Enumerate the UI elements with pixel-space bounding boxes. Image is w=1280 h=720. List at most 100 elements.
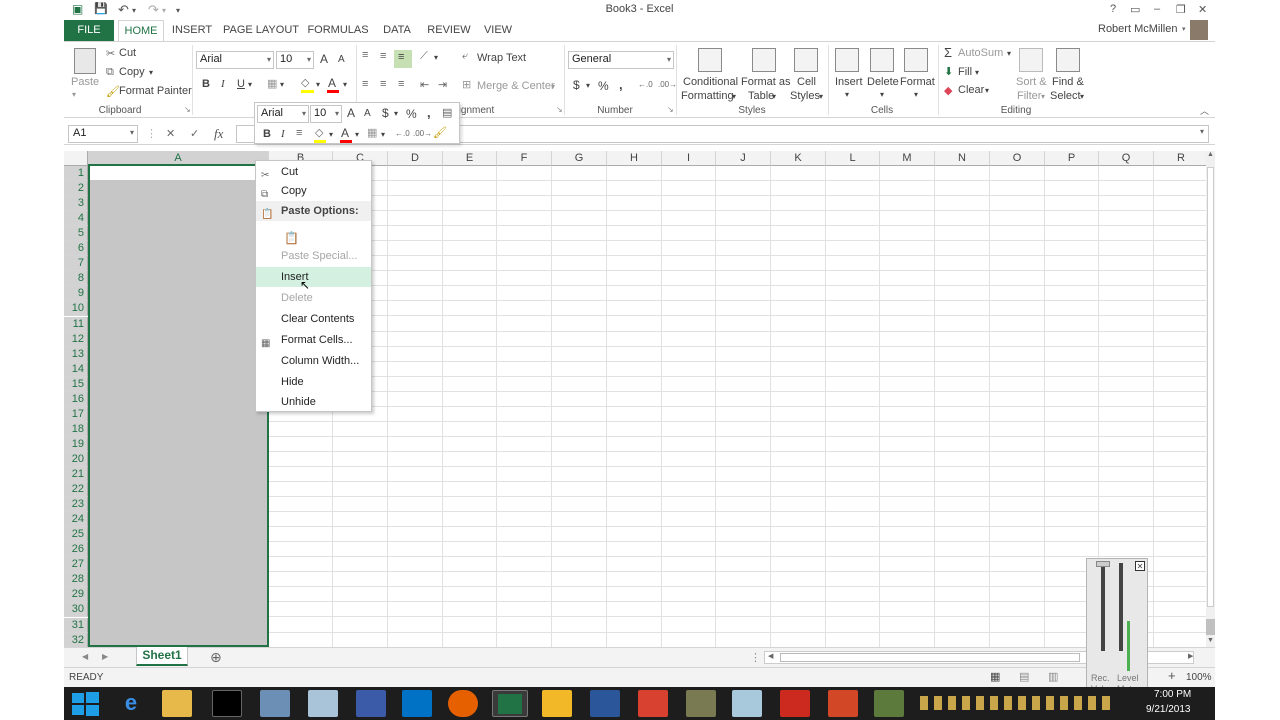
column-header-n[interactable]: N [935,151,990,166]
column-header-g[interactable]: G [552,151,607,166]
grow-font-button[interactable]: A [320,52,328,66]
row-header-9[interactable]: 9 [64,286,88,302]
decrease-indent-icon[interactable]: ⇤ [420,78,429,91]
fill-button[interactable]: Fill [958,66,972,78]
find-dropdown-icon[interactable]: ▾ [1080,92,1084,101]
sheet-tab-sheet1[interactable]: Sheet1 [136,647,188,666]
rec-vol-slider-thumb[interactable] [1096,561,1110,567]
column-header-k[interactable]: K [771,151,826,166]
row-header-26[interactable]: 26 [64,542,88,558]
column-header-f[interactable]: F [497,151,552,166]
italic-button[interactable]: I [221,78,225,90]
bold-button[interactable]: B [202,78,210,90]
mini-percent-button[interactable]: % [406,107,417,121]
format-cells-button[interactable]: Format [900,76,935,88]
row-header-31[interactable]: 31 [64,617,88,633]
meter-close-icon[interactable]: ✕ [1135,561,1145,571]
context-menu-item-clear-contents[interactable]: Clear Contents [256,309,371,329]
mini-shrink-font-button[interactable]: A [364,108,371,119]
currency-dropdown-icon[interactable]: ▾ [586,81,590,90]
paste-button[interactable]: Paste [71,76,99,88]
row-header-27[interactable]: 27 [64,557,88,573]
insert-function-icon[interactable]: fx [214,126,223,142]
office-tools-icon[interactable] [542,690,572,717]
powerpoint-icon[interactable] [828,690,858,717]
delete-dropdown-icon[interactable]: ▾ [880,90,884,99]
orientation-dropdown-icon[interactable]: ▾ [434,53,438,62]
column-header-h[interactable]: H [607,151,662,166]
context-menu-item-delete[interactable]: Delete [256,288,371,308]
active-cell-a1[interactable] [90,166,267,180]
cell-styles-dropdown-icon[interactable]: ▾ [819,92,823,101]
format-table-dropdown-icon[interactable]: ▾ [772,92,776,101]
redo-icon[interactable]: ↷ [148,2,159,18]
context-menu-item-paste-option[interactable]: 📋 [256,222,371,246]
autosum-button[interactable]: AutoSum [958,47,1003,59]
undo-dropdown-icon[interactable]: ▾ [132,6,136,15]
column-header-j[interactable]: J [716,151,771,166]
row-header-7[interactable]: 7 [64,256,88,272]
row-header-16[interactable]: 16 [64,391,88,407]
alignment-launcher-icon[interactable]: ↘ [556,105,563,114]
acrobat-icon[interactable] [780,690,810,717]
context-menu-item-cut[interactable]: ✂ Cut [256,162,371,182]
sort-dropdown-icon[interactable]: ▾ [1041,92,1045,101]
number-format-combo[interactable]: General ▾ [568,51,674,69]
name-box[interactable]: A1 ▾ [68,125,138,143]
taskbar-date[interactable]: 9/21/2013 [1146,704,1191,715]
font-color-dropdown-icon[interactable]: ▾ [343,80,347,89]
windows-start-icon[interactable] [69,690,103,717]
mini-decrease-decimal-icon[interactable]: .00→ [413,129,432,138]
collapse-ribbon-icon[interactable]: ︿ [1200,104,1209,117]
row-header-1[interactable]: 1 [64,166,88,181]
sort-filter-label[interactable]: Filter [1017,90,1041,102]
mini-increase-decimal-icon[interactable]: ←.0 [395,129,410,138]
new-sheet-button[interactable]: ⊕ [210,649,222,666]
command-prompt-icon[interactable] [212,690,242,717]
paste-dropdown-icon[interactable]: ▾ [72,90,76,99]
mini-font-combo[interactable]: Arial ▾ [257,105,309,123]
row-header-29[interactable]: 29 [64,587,88,603]
underline-dropdown-icon[interactable]: ▾ [248,80,252,89]
align-right-icon[interactable]: ≡ [398,78,404,90]
orientation-icon[interactable]: ⟋ [420,50,428,63]
row-header-8[interactable]: 8 [64,271,88,287]
align-center-icon[interactable]: ≡ [380,78,386,90]
excel-taskbar-active[interactable] [492,690,528,717]
scroll-track[interactable] [1207,167,1214,607]
network-app-icon[interactable] [356,690,386,717]
mini-fill-color-icon[interactable]: ◇ [315,126,323,139]
copy-button[interactable]: Copy [119,66,145,78]
format-as-table-button[interactable]: Format as [741,76,791,88]
clear-button[interactable]: Clear [958,84,984,96]
font-color-icon[interactable]: A [328,76,336,90]
row-header-17[interactable]: 17 [64,406,88,422]
font-size-combo[interactable]: 10 ▾ [276,51,314,69]
column-header-p[interactable]: P [1045,151,1099,166]
increase-decimal-icon[interactable]: ←.0 [638,80,653,89]
row-header-12[interactable]: 12 [64,331,88,347]
horizontal-scroll-thumb[interactable] [780,653,1080,662]
comma-button[interactable]: , [619,77,623,92]
row-header-3[interactable]: 3 [64,196,88,212]
column-header-o[interactable]: O [990,151,1045,166]
row-header-19[interactable]: 19 [64,436,88,452]
merge-center-button[interactable]: Merge & Center [477,80,555,92]
row-header-24[interactable]: 24 [64,512,88,528]
row-header-20[interactable]: 20 [64,451,88,467]
column-header-m[interactable]: M [880,151,935,166]
borders-dropdown-icon[interactable]: ▾ [280,80,284,89]
borders-icon[interactable]: ▦ [267,77,277,90]
enter-icon[interactable]: ✓ [190,127,199,140]
mini-grow-font-button[interactable]: A [347,106,355,120]
undo-icon[interactable]: ↶ [118,2,129,18]
row-header-23[interactable]: 23 [64,497,88,513]
row-header-5[interactable]: 5 [64,226,88,242]
page-break-view-icon[interactable]: ▥ [1048,670,1058,683]
align-middle-icon[interactable]: ≡ [380,50,386,62]
increase-indent-icon[interactable]: ⇥ [438,78,447,91]
customize-qat-icon[interactable]: ▾ [176,6,180,15]
normal-view-icon[interactable]: ▦ [990,670,1000,683]
align-top-icon[interactable]: ≡ [362,49,368,61]
scroll-up-icon[interactable]: ▲ [1207,151,1214,158]
